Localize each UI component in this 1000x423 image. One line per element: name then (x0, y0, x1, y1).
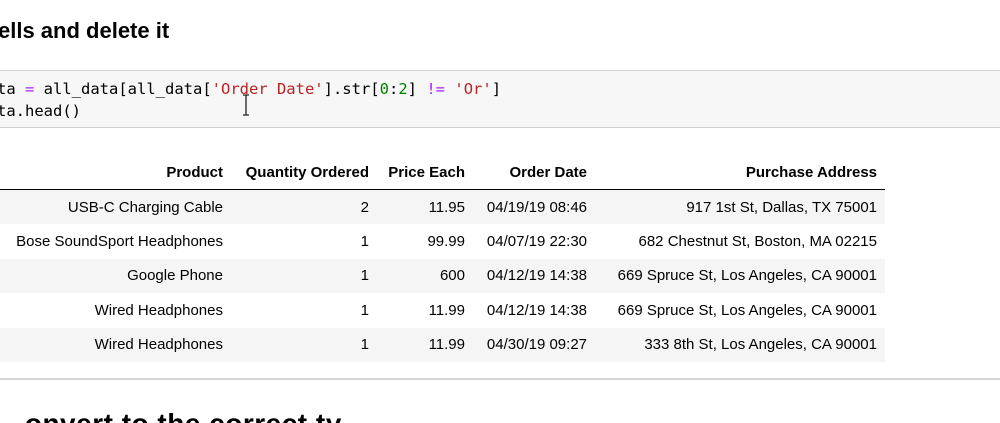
cell-order-date: 04/19/19 08:46 (473, 189, 595, 225)
cell-quantity: 2 (231, 189, 377, 225)
cell-price: 11.99 (428, 301, 465, 319)
column-header-quantity-ordered: Quantity Ordered (231, 156, 377, 190)
cell-address: 917 1st St, Dallas, TX 75001 (595, 189, 885, 225)
column-header-order-date: Order Date (473, 156, 595, 190)
cell-address: 669 Spruce St, Los Angeles, CA 90001 (595, 258, 885, 294)
table-row: USB-C Charging Cable 2 11.95 04/19/19 08… (0, 189, 885, 225)
column-header-product: Product (0, 156, 231, 190)
table-row: Bose SoundSport Headphones 1 99.99 04/07… (0, 224, 885, 258)
section-heading: ells and delete it (0, 18, 170, 43)
cell-order-date: 04/30/19 09:27 (473, 327, 595, 362)
cell-address: 669 Spruce St, Los Angeles, CA 90001 (617, 301, 877, 319)
cell-product: Google Phone (0, 258, 231, 294)
column-header-price-each: Price Each (377, 156, 473, 190)
code-line-1: ta = all_data[all_data['Order Date'].str… (0, 80, 502, 98)
table-header-row: Product Quantity Ordered Price Each Orde… (0, 156, 885, 190)
cell-quantity: 1 (360, 233, 369, 251)
cell-address: 682 Chestnut St, Boston, MA 02215 (638, 233, 878, 251)
table-row: Wired Headphones 1 11.99 04/12/19 14:38 … (0, 293, 885, 327)
cell-price: 11.99 (377, 327, 473, 362)
cell-quantity: 1 (231, 258, 377, 294)
code-cell[interactable]: ta = all_data[all_data['Order Date'].str… (0, 70, 1000, 128)
dataframe-table: Product Quantity Ordered Price Each Orde… (0, 156, 885, 362)
next-section-heading: ...onvert to the correct ty... (0, 408, 365, 423)
cell-order-date: 04/12/19 14:38 (486, 301, 587, 319)
text-cursor-icon (243, 94, 249, 116)
code-line-2: ta.head() (0, 102, 81, 120)
table-row: Google Phone 1 600 04/12/19 14:38 669 Sp… (0, 258, 885, 294)
table-row: Wired Headphones 1 11.99 04/30/19 09:27 … (0, 327, 885, 362)
cell-price: 99.99 (427, 233, 465, 251)
cell-price: 11.95 (377, 189, 473, 225)
cell-quantity: 1 (360, 301, 369, 319)
cell-price: 600 (377, 258, 473, 294)
cell-order-date: 04/07/19 22:30 (486, 233, 587, 251)
cell-quantity: 1 (231, 327, 377, 362)
cell-product: Wired Headphones (94, 301, 223, 319)
cell-product: Bose SoundSport Headphones (16, 233, 223, 251)
cell-address: 333 8th St, Los Angeles, CA 90001 (595, 327, 885, 362)
column-header-purchase-address: Purchase Address (595, 156, 885, 190)
cell-order-date: 04/12/19 14:38 (473, 258, 595, 294)
cell-product: USB-C Charging Cable (0, 189, 231, 225)
cell-product: Wired Headphones (0, 327, 231, 362)
